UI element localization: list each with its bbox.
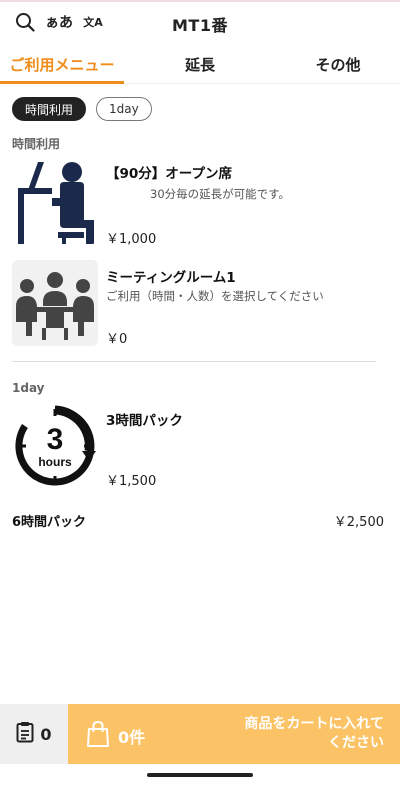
app-header: ぁあ 文A MT1番 (0, 2, 400, 42)
menu-tabs: ご利用メニュー 延長 その他 (0, 44, 400, 84)
menu-item-meeting-room[interactable]: ミーティングルーム1 ご利用（時間・人数）を選択してください ￥0 (12, 260, 388, 350)
active-tab-indicator (0, 81, 124, 84)
order-history-button[interactable]: 0 (0, 704, 68, 764)
meeting-room-icon (12, 260, 98, 346)
item-description: ご利用（時間・人数）を選択してください (106, 289, 324, 303)
section-label-time: 時間利用 (12, 137, 61, 151)
menu-item-3-hour-pack[interactable]: 3 hours 3時間パック ￥1,500 (12, 403, 388, 493)
item-name: 3時間パック (106, 413, 183, 429)
cart-message: 商品をカートに入れてください (244, 716, 384, 751)
3-hours-icon-unit: hours (38, 455, 72, 469)
person-at-desk-icon (12, 158, 98, 244)
item-name: ミーティングルーム1 (106, 270, 236, 286)
3-hours-icon: 3 hours (12, 403, 98, 489)
3-hours-icon-number: 3 (47, 423, 64, 456)
clipboard-icon (16, 721, 34, 747)
item-price: ￥1,000 (106, 232, 157, 247)
menu-item-6-hour-pack[interactable]: 6時間パック ￥2,500 (12, 511, 384, 530)
item-price: ￥0 (106, 332, 128, 347)
page-title: MT1番 (172, 16, 228, 35)
filter-chip-1day[interactable]: 1day (96, 97, 152, 121)
tab-menu[interactable]: ご利用メニュー (0, 44, 124, 84)
item-price: ￥1,500 (106, 474, 157, 489)
menu-item-open-seat[interactable]: 【90分】オープン席 30分毎の延長が可能です。 ￥1,000 (12, 158, 388, 248)
section-divider (12, 361, 376, 362)
cart-footer: 0 0件 商品をカートに入れてください (0, 704, 400, 764)
order-count: 0 (40, 724, 52, 744)
item-name: 6時間パック (12, 515, 87, 530)
item-price: ￥2,500 (333, 515, 384, 530)
filter-chip-time[interactable]: 時間利用 (12, 97, 87, 121)
home-indicator (147, 773, 253, 777)
shopping-bag-icon (86, 720, 110, 752)
tab-other[interactable]: その他 (276, 44, 400, 84)
tab-extension[interactable]: 延長 (138, 44, 262, 84)
category-filters: 時間利用 1day (12, 97, 152, 121)
item-name: 【90分】オープン席 (106, 166, 232, 182)
cart-count: 0件 (118, 728, 146, 747)
cart-button[interactable]: 0件 商品をカートに入れてください (68, 704, 400, 764)
section-label-1day: 1day (12, 381, 45, 395)
item-description: 30分毎の延長が可能です。 (150, 187, 290, 201)
